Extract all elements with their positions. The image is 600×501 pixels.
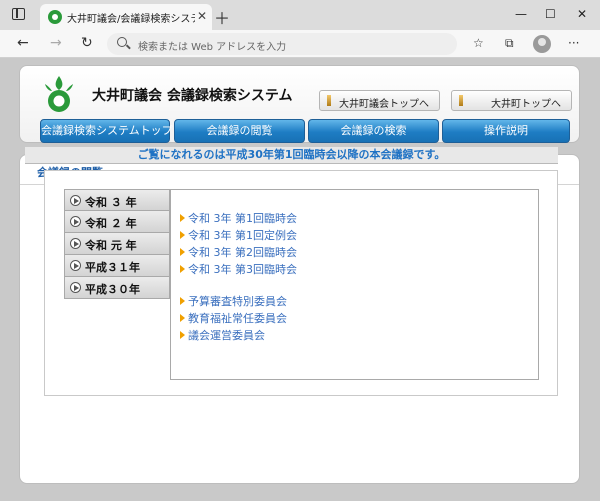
town-emblem-icon [45,76,73,112]
nav-help[interactable]: 操作説明 [442,119,570,143]
meeting-link-r3-2nd-extra[interactable]: 令和 3年 第2回臨時会 [180,244,297,260]
collections-icon[interactable]: ⧉ [505,36,514,51]
year-item-h31[interactable]: 平成３１年 [64,255,170,277]
tab-close-icon[interactable]: ✕ [197,9,207,23]
committee-link-budget[interactable]: 予算審査特別委員会 [180,293,287,309]
nav-browse[interactable]: 会議録の閲覧 [174,119,305,143]
play-circle-icon [70,216,81,227]
play-circle-icon [70,238,81,249]
address-input[interactable]: 検索または Web アドレスを入力 [138,38,286,53]
meeting-link-r3-1st-regular[interactable]: 令和 3年 第1回定例会 [180,227,297,243]
site-header: 大井町議会 会議録検索システム 大井町議会トップへ 大井町トップへ 会議録検索シ… [19,65,580,143]
year-item-h30[interactable]: 平成３０年 [64,277,170,299]
play-circle-icon [70,195,81,206]
year-label: 令和 ３ 年 [85,196,137,209]
meeting-link-r3-3rd-extra[interactable]: 令和 3年 第3回臨時会 [180,261,297,277]
year-item-r2[interactable]: 令和 ２ 年 [64,211,170,233]
back-icon[interactable]: ← [17,35,29,51]
play-circle-icon [70,260,81,271]
council-top-link[interactable]: 大井町議会トップへ [319,90,440,111]
browser-toolbar: ← → ↻ 検索または Web アドレスを入力 ☆ ⧉ ··· [0,30,600,58]
forward-icon[interactable]: → [50,35,62,51]
site-title: 大井町議会 会議録検索システム [92,88,293,104]
reload-icon[interactable]: ↻ [81,35,93,51]
year-label: 平成３１年 [85,261,140,274]
browser-tab-bar: 大井町議会/会議録検索システム ✕ ＋ — ☐ ✕ [0,0,600,30]
browser-tab[interactable]: 大井町議会/会議録検索システム ✕ [40,4,212,30]
address-bar[interactable]: 検索または Web アドレスを入力 [107,33,457,55]
committee-link-education[interactable]: 教育福祉常任委員会 [180,310,287,326]
window-close-icon[interactable]: ✕ [577,7,587,21]
more-menu-icon[interactable]: ··· [568,36,579,50]
window-menu-icon[interactable] [12,8,25,20]
main-nav: 会議録検索システムトップ 会議録の閲覧 会議録の検索 操作説明 [40,119,590,143]
new-tab-icon[interactable]: ＋ [214,5,230,29]
year-list: 令和 ３ 年 令和 ２ 年 令和 元 年 平成３１年 平成３０年 [64,189,170,299]
minimize-icon[interactable]: — [515,7,527,21]
maximize-icon[interactable]: ☐ [545,7,556,21]
nav-system-top[interactable]: 会議録検索システムトップ [40,119,173,143]
council-top-link-label: 大井町議会トップへ [339,99,429,110]
town-top-link[interactable]: 大井町トップへ [451,90,572,111]
notice-divider [25,163,558,164]
town-top-link-label: 大井町トップへ [491,99,561,110]
year-label: 平成３０年 [85,283,140,296]
year-item-r1[interactable]: 令和 元 年 [64,233,170,255]
year-item-r3[interactable]: 令和 ３ 年 [64,189,170,211]
meeting-link-r3-1st-extra[interactable]: 令和 3年 第1回臨時会 [180,210,297,226]
favorites-icon[interactable]: ☆ [473,36,484,50]
meeting-list: 令和 3年 第1回臨時会 令和 3年 第1回定例会 令和 3年 第2回臨時会 令… [170,189,539,380]
tab-title: 大井町議会/会議録検索システム [67,14,195,25]
availability-notice: ご覧になれるのは平成30年第1回臨時会以降の本会議録です。 [25,147,558,163]
search-icon [117,37,127,47]
profile-avatar[interactable] [533,35,551,53]
year-label: 令和 元 年 [85,239,137,252]
link-marker-icon [459,95,463,106]
site-favicon-icon [48,10,62,24]
nav-search[interactable]: 会議録の検索 [308,119,439,143]
link-marker-icon [327,95,331,106]
committee-link-steering[interactable]: 議会運営委員会 [180,327,265,343]
play-circle-icon [70,282,81,293]
year-label: 令和 ２ 年 [85,217,137,230]
